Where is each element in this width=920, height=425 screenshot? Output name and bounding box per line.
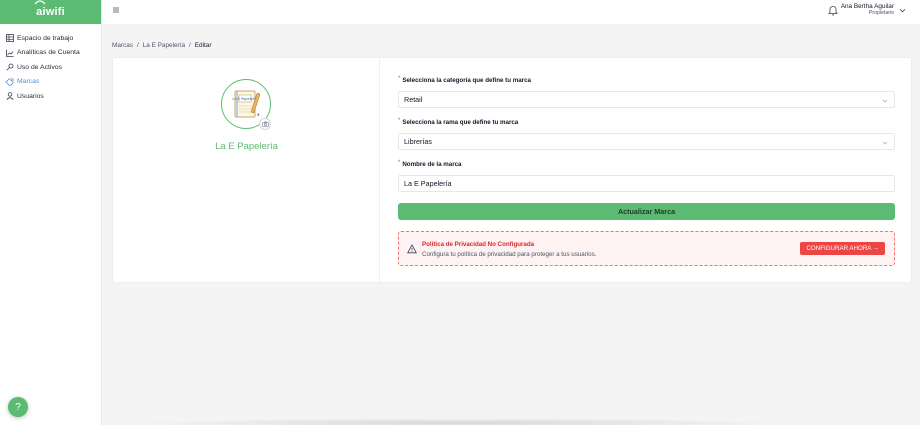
brand-name-label-text: Nombre de la marca [402,161,462,168]
app-logo[interactable]: aiwifi [34,0,65,18]
brand-edit-card: La E Papelería La E Papelería * Seleccion… [112,57,912,284]
help-icon: ? [15,401,21,413]
table-icon [5,34,14,43]
brand-name-input[interactable]: La E Papelería [398,175,895,192]
key-icon [5,63,14,72]
category-label-text: Selecciona la categoría que define tu ma… [402,77,531,84]
chevron-down-icon [882,97,888,103]
brand-name-input-value: La E Papelería [404,179,452,188]
user-role: Propietario [868,9,894,16]
brand-name-label: * Nombre de la marca [398,160,462,168]
category-select-value: Retail [404,95,423,104]
alert-message: Configura tu política de privacidad para… [422,250,597,258]
sidebar-item-label: Espacio de trabajo [17,34,74,42]
branch-select[interactable]: Librerías [398,133,895,150]
warning-triangle-icon [407,244,417,254]
logo-bar: aiwifi [0,0,101,24]
sidebar-item-label: Usuarios [17,92,44,100]
configure-now-button[interactable]: CONFIGURAR AHORA → [800,242,885,255]
help-button[interactable]: ? [8,397,28,417]
update-brand-button[interactable]: Actualizar Marca [398,203,895,220]
brand-name-title: La E Papelería [215,141,278,152]
sidebar-nav: Espacio de trabajo Analíticas de Cuenta … [0,24,101,104]
breadcrumb: Marcas / La E Papelería / Editar [112,42,212,49]
required-mark: * [398,76,401,82]
breadcrumb-current: Editar [194,42,212,49]
sidebar: aiwifi Espacio de trabajo Analíticas de … [0,0,102,425]
notebook-logo-lettering: La E Papelería [232,97,257,101]
breadcrumb-separator: / [136,42,139,49]
app-logo-text: aiwifi [36,6,65,18]
alert-title: Política de Privacidad No Configurada [422,241,535,248]
required-mark: * [398,118,401,124]
branch-label-text: Selecciona la rama que define tu marca [402,119,519,126]
sidebar-item-usuarios[interactable]: Usuarios [0,89,101,104]
user-icon [5,92,14,101]
tag-icon [5,77,14,86]
privacy-policy-alert: Política de Privacidad No Configurada Co… [398,231,895,266]
breadcrumb-separator: / [189,42,191,49]
user-menu[interactable]: Ana Bertha Aguilar Propietario [841,3,894,16]
breadcrumb-marcas[interactable]: Marcas [112,42,133,49]
chart-icon [5,48,14,57]
sidebar-item-label: Uso de Activos [17,63,62,71]
topbar: Ana Bertha Aguilar Propietario [102,0,920,24]
sidebar-item-label: Analíticas de Cuenta [17,49,80,57]
notebook-logo-image: La E Papelería [232,90,261,118]
menu-toggle-icon[interactable] [112,6,121,15]
sidebar-item-marcas[interactable]: Marcas [0,75,101,90]
branch-select-value: Librerías [404,137,432,146]
category-label: * Selecciona la categoría que define tu m… [398,76,531,84]
sidebar-item-espacio-de-trabajo[interactable]: Espacio de trabajo [0,31,101,46]
wifi-icon [34,0,46,5]
category-select[interactable]: Retail [398,91,895,108]
brand-profile-panel: La E Papelería La E Papelería [113,58,380,284]
chevron-down-icon[interactable] [899,7,906,14]
notifications-bell-icon[interactable] [828,5,838,16]
chevron-down-icon [882,139,888,145]
sidebar-item-uso-de-activos[interactable]: Uso de Activos [0,60,101,75]
change-photo-camera-icon[interactable] [259,118,271,130]
required-mark: * [398,160,401,166]
sidebar-item-analiticas[interactable]: Analíticas de Cuenta [0,46,101,61]
sidebar-item-label: Marcas [17,78,40,86]
bottom-shadow [130,418,790,425]
branch-label: * Selecciona la rama que define tu marca [398,118,518,126]
breadcrumb-brand[interactable]: La E Papelería [143,42,185,49]
